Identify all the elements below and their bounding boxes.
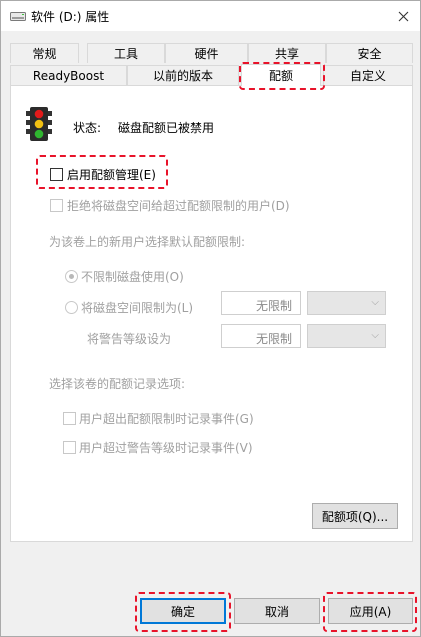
limit-size-input[interactable]: 无限制	[221, 291, 301, 315]
no-limit-label[interactable]: 不限制磁盘使用(O)	[81, 268, 184, 285]
quota-entries-button[interactable]: 配额项(Q)...	[312, 503, 398, 529]
tab-previous-versions[interactable]: 以前的版本	[127, 65, 239, 85]
log-options-heading: 选择该卷的配额记录选项:	[49, 377, 186, 391]
tab-security[interactable]: 安全	[326, 43, 413, 63]
deny-space-checkbox[interactable]	[50, 199, 63, 212]
close-button[interactable]	[391, 5, 415, 27]
properties-dialog: 软件 (D:) 属性 常规 工具 硬件 共享 安全 ReadyBoost 以前的…	[0, 0, 421, 637]
tab-general-label: 常规	[32, 47, 57, 61]
chevron-down-icon: ⌵	[371, 330, 379, 341]
tab-tools-label: 工具	[113, 47, 138, 61]
no-limit-radio[interactable]	[65, 270, 78, 283]
tab-sharing[interactable]: 共享	[248, 43, 326, 63]
warning-level-label: 将警告等级设为	[87, 332, 172, 346]
ok-button[interactable]: 确定	[140, 598, 226, 624]
tab-tools[interactable]: 工具	[87, 43, 165, 63]
tab-readyboost[interactable]: ReadyBoost	[10, 65, 127, 85]
enable-quota-checkbox[interactable]	[50, 168, 63, 181]
limit-space-radio[interactable]	[65, 301, 78, 314]
title-bar: 软件 (D:) 属性	[1, 1, 420, 31]
deny-space-label[interactable]: 拒绝将磁盘空间给超过配额限制的用户(D)	[67, 197, 290, 214]
tab-sharing-label: 共享	[274, 47, 299, 61]
tab-hardware[interactable]: 硬件	[165, 43, 248, 63]
warning-unit-dropdown[interactable]: ⌵	[307, 324, 386, 348]
status-label: 状态:	[73, 121, 102, 135]
log-exceed-limit-label[interactable]: 用户超出配额限制时记录事件(G)	[79, 410, 254, 427]
tab-hardware-label: 硬件	[194, 47, 219, 61]
cancel-button[interactable]: 取消	[234, 598, 320, 624]
tab-previous-versions-label: 以前的版本	[152, 69, 213, 83]
limit-unit-dropdown[interactable]: ⌵	[307, 291, 386, 315]
tab-readyboost-label: ReadyBoost	[32, 68, 105, 83]
tab-general[interactable]: 常规	[10, 43, 79, 63]
enable-quota-label[interactable]: 启用配额管理(E)	[67, 166, 156, 183]
limit-space-label[interactable]: 将磁盘空间限制为(L)	[81, 299, 193, 316]
default-limit-heading: 为该卷上的新用户选择默认配额限制:	[49, 235, 246, 249]
log-exceed-warning-label[interactable]: 用户超过警告等级时记录事件(V)	[79, 439, 253, 456]
tab-security-label: 安全	[357, 47, 382, 61]
traffic-light-icon	[26, 107, 52, 141]
status-value: 磁盘配额已被禁用	[118, 121, 215, 135]
log-exceed-warning-checkbox[interactable]	[63, 441, 76, 454]
apply-button[interactable]: 应用(A)	[328, 598, 413, 624]
chevron-down-icon: ⌵	[371, 297, 379, 308]
tab-customize-label: 自定义	[349, 69, 386, 83]
warning-size-input[interactable]: 无限制	[221, 324, 301, 348]
close-icon	[398, 11, 408, 21]
log-exceed-limit-checkbox[interactable]	[63, 412, 76, 425]
tab-customize[interactable]: 自定义	[323, 65, 413, 85]
tab-quota-label: 配额	[268, 69, 293, 83]
drive-icon	[10, 12, 26, 21]
window-title: 软件 (D:) 属性	[31, 10, 110, 24]
tab-quota[interactable]: 配额	[241, 64, 321, 86]
